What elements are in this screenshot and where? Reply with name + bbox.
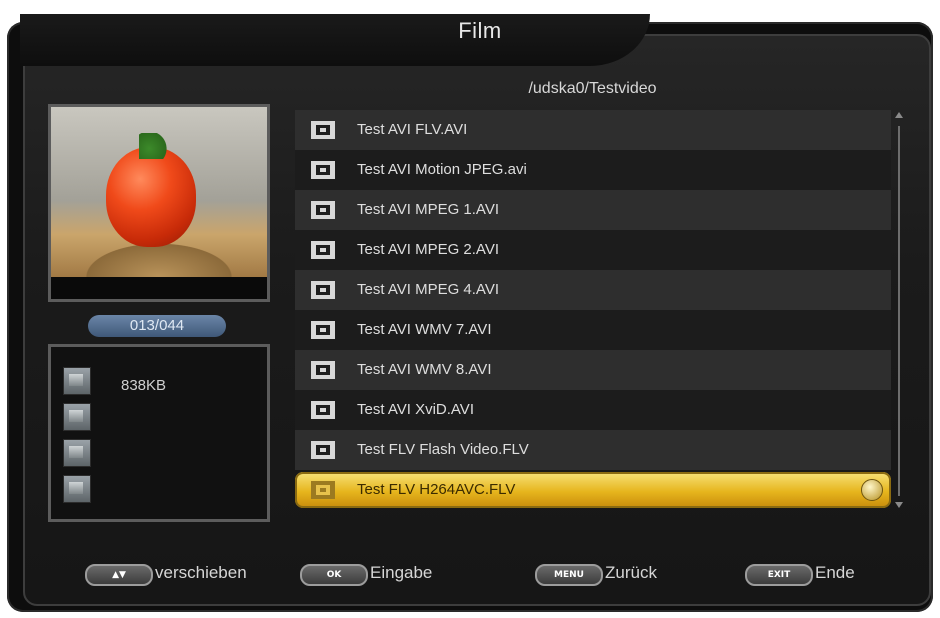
tomato-image [106,147,196,247]
list-item-label: Test AVI WMV 7.AVI [357,321,492,338]
menu-label: Zurück [605,563,657,582]
list-item[interactable]: Test AVI Motion JPEG.avi [295,150,891,190]
preview-thumbnail [51,107,267,277]
ok-key-icon: OK [300,564,368,586]
list-item[interactable]: Test AVI FLV.AVI [295,110,891,150]
list-item-label: Test FLV H264AVC.FLV [357,481,516,498]
list-item[interactable]: Test AVI XviD.AVI [295,390,891,430]
scroll-track[interactable] [898,126,900,496]
list-item[interactable]: Test AVI MPEG 2.AVI [295,230,891,270]
film-icon [311,201,335,219]
file-list[interactable]: Test AVI FLV.AVI Test AVI Motion JPEG.avi… [295,110,891,548]
list-item-label: Test AVI MPEG 4.AVI [357,281,499,298]
move-key-icon: ▲▼ [85,564,153,586]
film-icon [311,161,335,179]
file-info-box: 838KB [48,344,270,522]
date-icon [63,475,91,503]
scroll-up-icon[interactable] [895,112,903,118]
format-icon [63,439,91,467]
ok-label: Eingabe [370,563,433,582]
list-item[interactable]: Test AVI WMV 8.AVI [295,350,891,390]
list-item-label: Test FLV Flash Video.FLV [357,441,529,458]
film-icon [311,241,335,259]
page-title: Film [458,18,502,43]
film-icon [311,121,335,139]
move-label: verschieben [155,563,247,582]
footer-help-bar: ▲▼ verschieben OK Eingabe MENU Zurück EX… [0,560,940,590]
list-scrollbar[interactable] [893,110,905,510]
folder-path: /udska0/Testvideo [528,80,657,97]
list-item[interactable]: Test FLV H264AVC.FLV [295,472,891,508]
play-indicator-icon [861,479,883,501]
scroll-down-icon[interactable] [895,502,903,508]
film-icon [311,401,335,419]
film-icon [311,481,335,499]
list-item[interactable]: Test AVI WMV 7.AVI [295,310,891,350]
list-item[interactable]: Test FLV Flash Video.FLV [295,430,891,470]
tomato-stem [139,133,173,159]
list-item-label: Test AVI MPEG 1.AVI [357,201,499,218]
video-preview [48,104,270,302]
film-icon [311,441,335,459]
film-icon [311,281,335,299]
file-counter: 013/044 [88,315,226,337]
list-item-label: Test AVI XviD.AVI [357,401,474,418]
exit-key-icon: EXIT [745,564,813,586]
file-size-icon [63,367,91,395]
list-item-label: Test AVI MPEG 2.AVI [357,241,499,258]
list-item-label: Test AVI WMV 8.AVI [357,361,492,378]
film-icon [311,321,335,339]
list-item-label: Test AVI Motion JPEG.avi [357,161,527,178]
list-item[interactable]: Test AVI MPEG 4.AVI [295,270,891,310]
exit-label: Ende [815,563,855,582]
list-item-label: Test AVI FLV.AVI [357,121,468,138]
menu-key-icon: MENU [535,564,603,586]
film-icon [311,361,335,379]
file-size-value: 838KB [121,377,167,394]
list-item[interactable]: Test AVI MPEG 1.AVI [295,190,891,230]
resolution-icon [63,403,91,431]
